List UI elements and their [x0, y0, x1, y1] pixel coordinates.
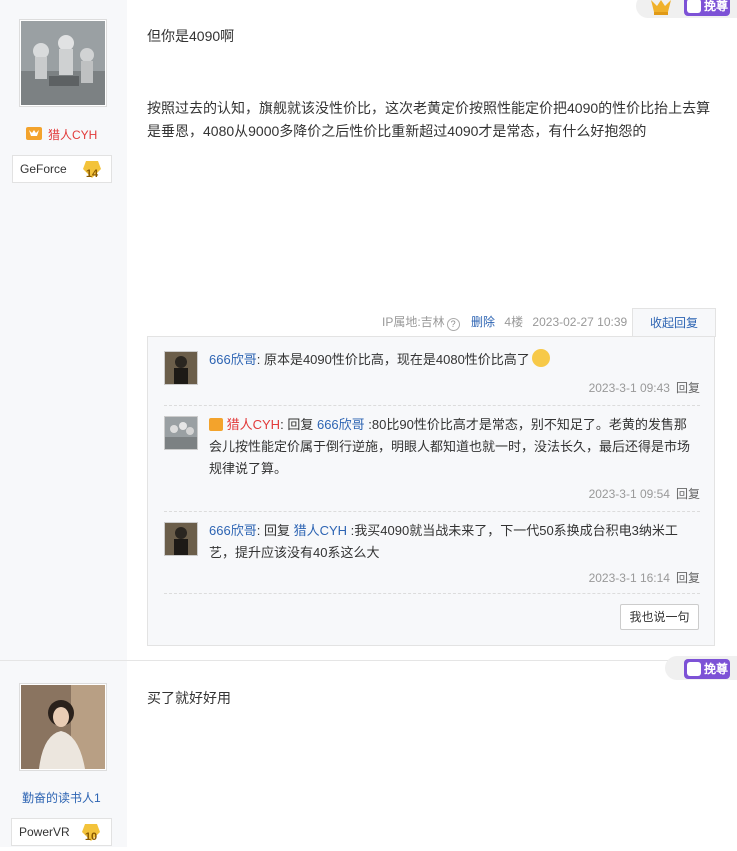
- reply-panel: 666欣哥: 原本是4090性价比高，现在是4080性价比高了 2023-3-1…: [147, 336, 715, 646]
- post-meta: IP属地:吉林? 删除 4楼 2023-02-27 10:39: [382, 315, 628, 331]
- reply-username[interactable]: 猎人CYH: [227, 417, 280, 432]
- reply-time: 2023-3-1 09:54 回复: [588, 487, 700, 501]
- reply-time: 2023-3-1 16:14 回复: [588, 571, 700, 585]
- post-text-paragraph: 按照过去的认知，旗舰就该没性价比，这次老黄定价按照性能定价把4090的性价比抬上…: [147, 100, 711, 139]
- add-comment-button[interactable]: 我也说一句: [620, 604, 699, 630]
- reply-item: 666欣哥: 原本是4090性价比高，现在是4080性价比高了 2023-3-1…: [164, 349, 700, 395]
- member-badge[interactable]: GeForce 14: [12, 155, 112, 183]
- reply-body: 猎人CYH: 回复 666欣哥 :80比90性价比高才是常态，别不知足了。老黄的…: [209, 417, 691, 476]
- post-text-line: 但你是4090啊: [147, 28, 235, 44]
- reply-separator: [164, 593, 700, 595]
- reply-separator: [164, 511, 700, 513]
- reply-link[interactable]: 回复: [676, 487, 700, 501]
- post-time: 2023-02-27 10:39: [532, 315, 628, 329]
- post-divider: [0, 660, 737, 661]
- reply-body: 666欣哥: 回复 猎人CYH :我买4090就当战未来了，下一代50系换成台积…: [209, 523, 678, 560]
- help-icon[interactable]: ?: [446, 318, 460, 331]
- wan-zun-button[interactable]: 挽尊: [684, 0, 730, 16]
- collapse-replies-button[interactable]: 收起回复: [632, 308, 716, 337]
- reply-item: 666欣哥: 回复 猎人CYH :我买4090就当战未来了，下一代50系换成台积…: [164, 522, 700, 585]
- reply-body: 666欣哥: 原本是4090性价比高，现在是4080性价比高了: [209, 349, 699, 371]
- crown-icon: [650, 0, 672, 16]
- member-badge[interactable]: PowerVR 10: [11, 818, 112, 846]
- username[interactable]: 勤奋的读书人1: [22, 789, 101, 806]
- reply-target-username[interactable]: 猎人CYH: [294, 523, 347, 538]
- post-text-line: 买了就好好用: [147, 690, 231, 706]
- reply-target-username[interactable]: 666欣哥: [317, 417, 365, 432]
- reply-text: 原本是4090性价比高，现在是4080性价比高了: [263, 352, 530, 367]
- vip-crown-icon: [209, 418, 223, 431]
- username[interactable]: 猎人CYH: [48, 126, 97, 143]
- reply-link[interactable]: 回复: [676, 571, 700, 585]
- avatar[interactable]: [19, 683, 107, 771]
- delete-link[interactable]: 删除: [471, 315, 495, 329]
- vip-crown-icon: [26, 126, 42, 140]
- hand-icon: [687, 662, 701, 676]
- hand-icon: [687, 0, 701, 13]
- level-icon: 14: [82, 159, 102, 180]
- reply-avatar[interactable]: [164, 522, 198, 556]
- sad-emoji-icon: [531, 349, 550, 367]
- floor-number: 4楼: [504, 315, 524, 329]
- reply-link[interactable]: 回复: [676, 381, 700, 395]
- reply-avatar[interactable]: [164, 416, 198, 450]
- avatar[interactable]: [19, 19, 107, 107]
- reply-separator: [164, 405, 700, 407]
- reply-item: 猎人CYH: 回复 666欣哥 :80比90性价比高才是常态，别不知足了。老黄的…: [164, 416, 700, 501]
- reply-username[interactable]: 666欣哥: [209, 352, 257, 367]
- reply-username[interactable]: 666欣哥: [209, 523, 257, 538]
- reply-avatar[interactable]: [164, 351, 198, 385]
- level-icon: 10: [81, 822, 101, 843]
- wan-zun-button[interactable]: 挽尊: [684, 659, 730, 679]
- reply-time: 2023-3-1 09:43 回复: [588, 381, 700, 395]
